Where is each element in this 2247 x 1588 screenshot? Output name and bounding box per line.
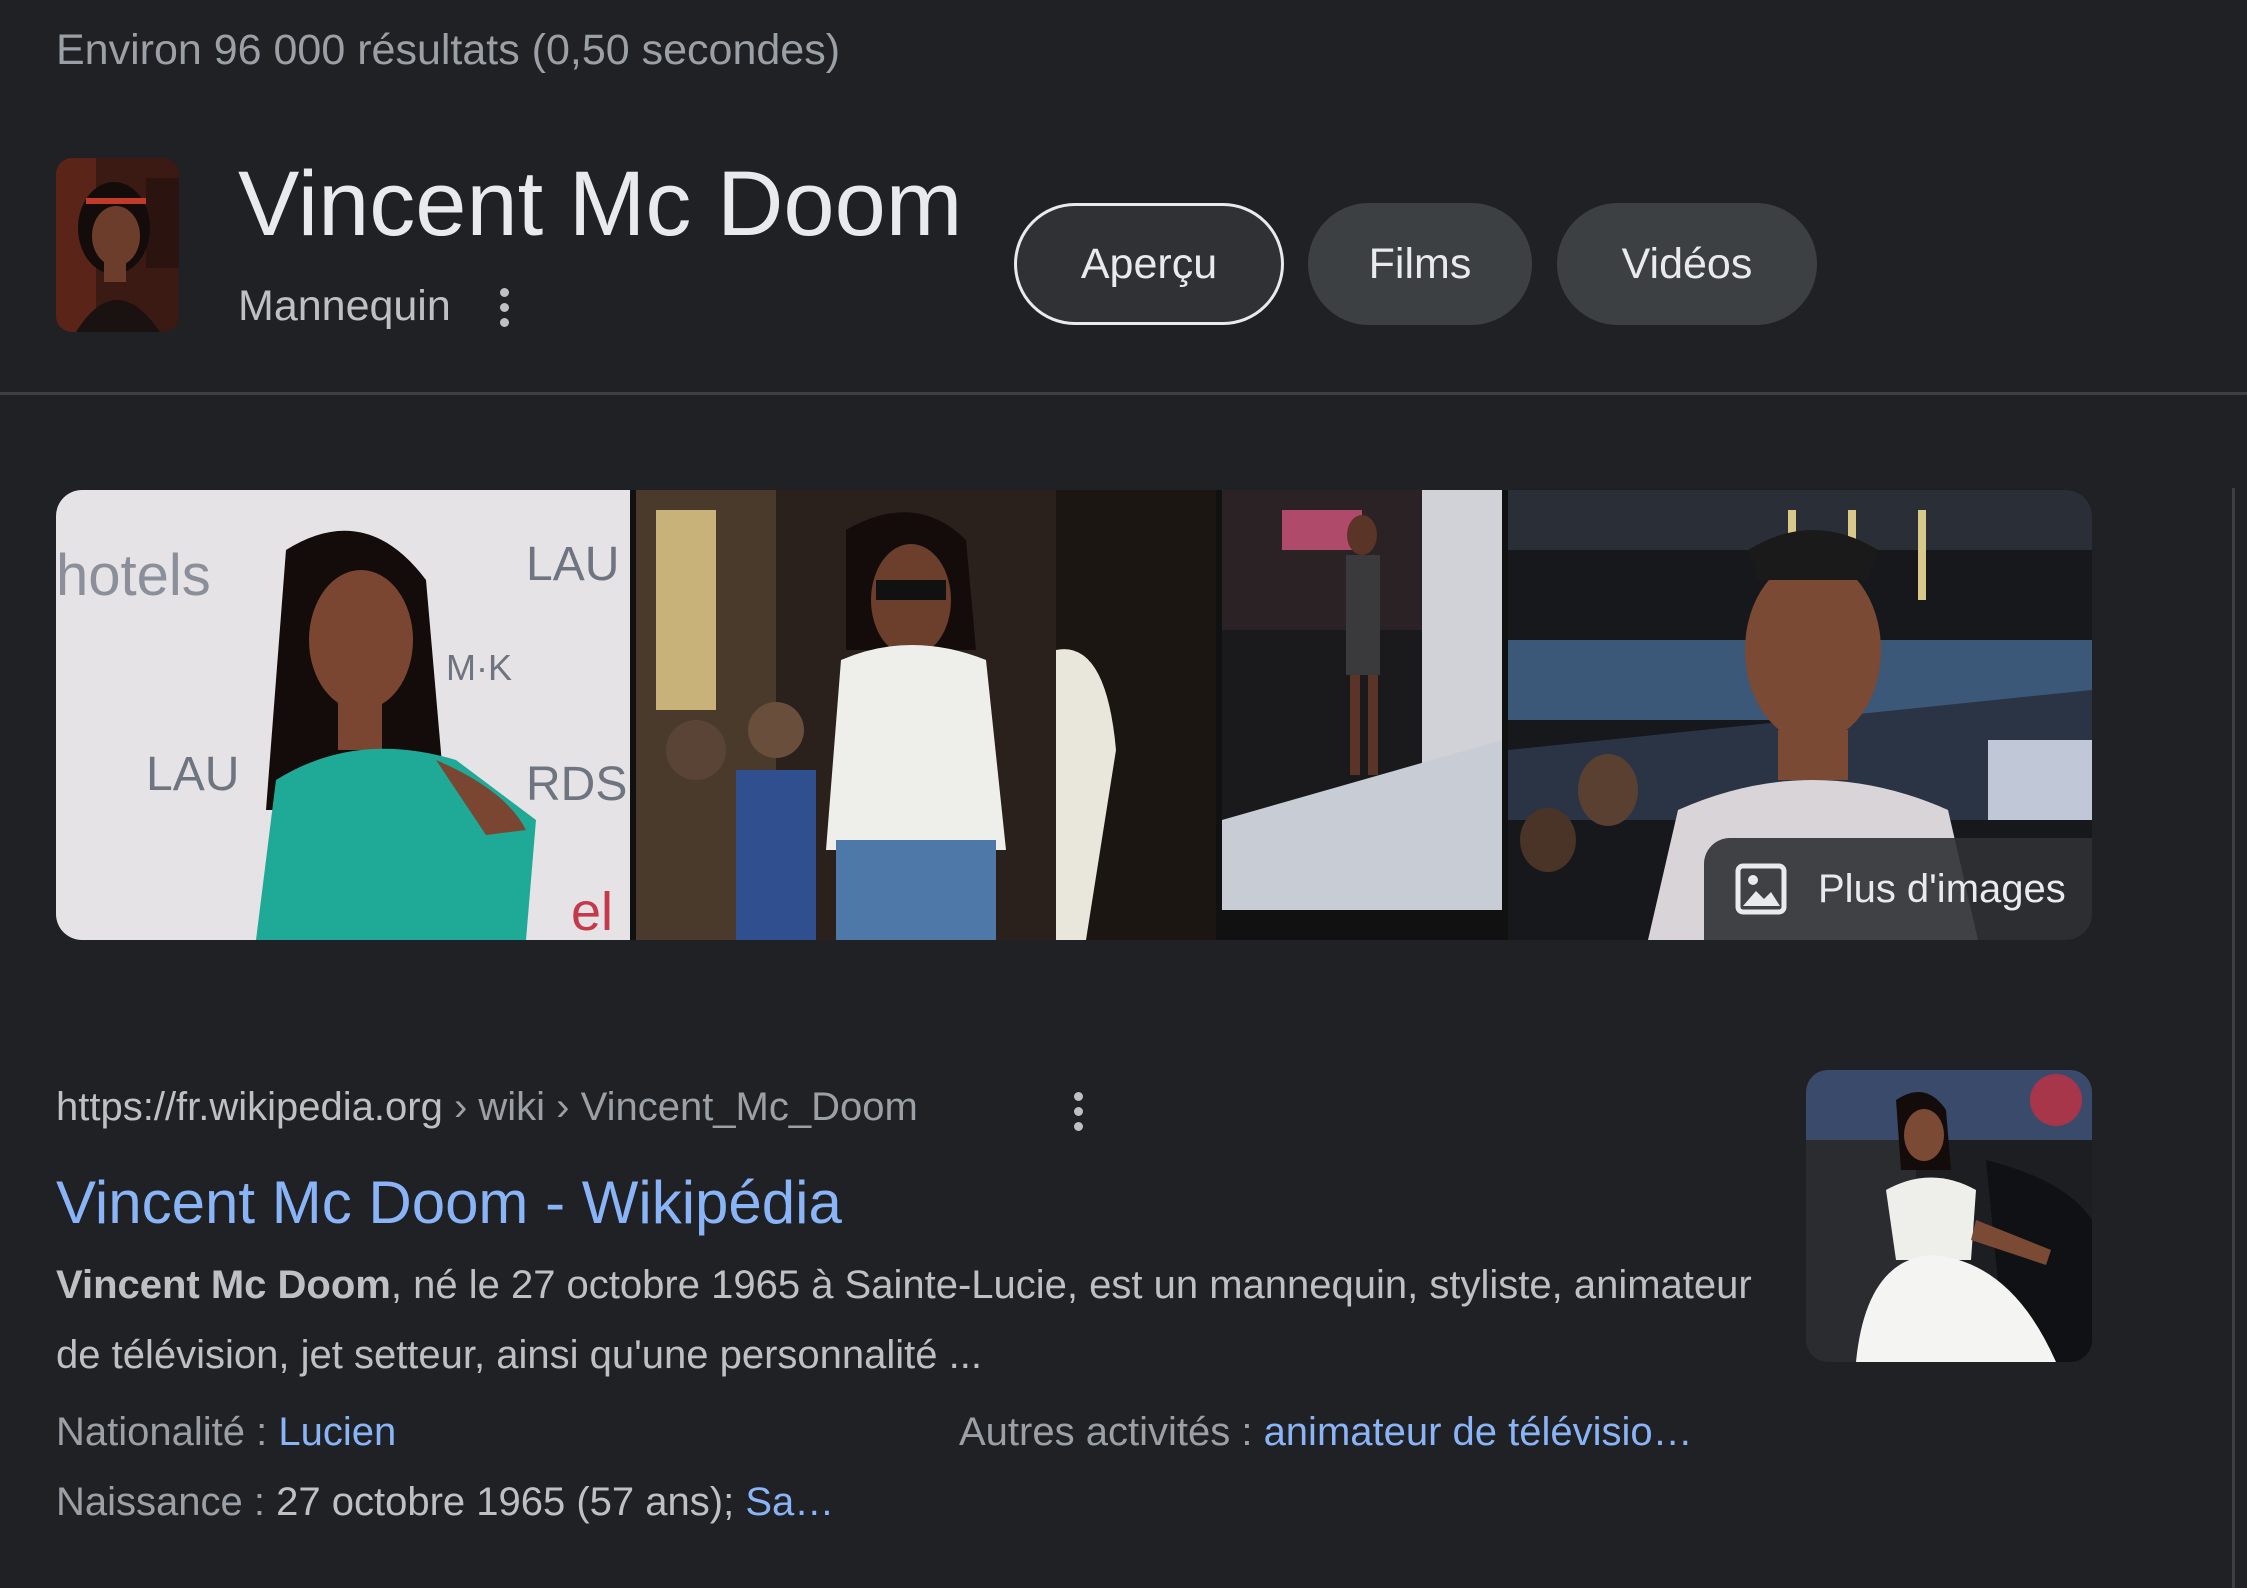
result-url-path: › wiki › Vincent_Mc_Doom bbox=[442, 1085, 918, 1129]
attribute-birth: Naissance : 27 octobre 1965 (57 ans); Sa… bbox=[56, 1480, 834, 1525]
photo-runway bbox=[1222, 490, 1502, 940]
result-options-icon[interactable] bbox=[1072, 1092, 1084, 1132]
attribute-other-activities: Autres activités : animateur de télévisi… bbox=[959, 1410, 1693, 1455]
photo-green-dress: hotels LAU LAU M·K RDS el bbox=[56, 490, 630, 940]
image-thumbnail-1[interactable]: hotels LAU LAU M·K RDS el bbox=[56, 490, 630, 940]
svg-text:LAU: LAU bbox=[526, 538, 619, 591]
birth-place-link[interactable]: Sa… bbox=[745, 1480, 834, 1524]
snippet-bold: Vincent Mc Doom bbox=[56, 1263, 391, 1307]
avatar[interactable] bbox=[56, 158, 179, 332]
svg-text:el: el bbox=[571, 882, 613, 940]
result-url[interactable]: https://fr.wikipedia.org › wiki › Vincen… bbox=[56, 1085, 918, 1130]
photo-white-dress bbox=[1806, 1070, 2092, 1362]
more-images-button[interactable]: Plus d'images bbox=[1704, 838, 2092, 940]
header-divider bbox=[0, 392, 2247, 395]
image-strip: hotels LAU LAU M·K RDS el Plus d'images bbox=[56, 490, 2092, 940]
result-url-host: https://fr.wikipedia.org bbox=[56, 1085, 443, 1129]
avatar-photo bbox=[56, 158, 179, 332]
more-images-label: Plus d'images bbox=[1818, 866, 2066, 911]
result-title-link[interactable]: Vincent Mc Doom - Wikipédia bbox=[56, 1168, 842, 1237]
other-activities-label: Autres activités : bbox=[959, 1410, 1264, 1454]
more-options-icon[interactable] bbox=[498, 288, 510, 328]
tab-apercu[interactable]: Aperçu bbox=[1014, 203, 1284, 325]
nationality-link[interactable]: Lucien bbox=[278, 1410, 396, 1454]
knowledge-panel-header: Vincent Mc Doom Mannequin Aperçu Films V… bbox=[0, 0, 2247, 394]
photo-white-top bbox=[636, 490, 1216, 940]
tab-videos[interactable]: Vidéos bbox=[1557, 203, 1817, 325]
attribute-nationality: Nationalité : Lucien bbox=[56, 1410, 396, 1455]
svg-text:LAU: LAU bbox=[146, 748, 239, 801]
image-thumbnail-2[interactable] bbox=[636, 490, 1216, 940]
birth-label: Naissance : bbox=[56, 1480, 277, 1524]
svg-text:hotels: hotels bbox=[56, 543, 211, 608]
svg-text:RDS: RDS bbox=[526, 758, 627, 811]
result-thumbnail[interactable] bbox=[1806, 1070, 2092, 1362]
result-snippet: Vincent Mc Doom, né le 27 octobre 1965 à… bbox=[56, 1250, 1776, 1390]
entity-title: Vincent Mc Doom bbox=[238, 153, 963, 255]
birth-value: 27 octobre 1965 (57 ans); bbox=[276, 1480, 746, 1524]
image-icon bbox=[1735, 863, 1787, 915]
other-activities-link[interactable]: animateur de télévisio… bbox=[1264, 1410, 1693, 1454]
side-panel-edge bbox=[2232, 488, 2235, 1588]
entity-subtitle: Mannequin bbox=[238, 282, 451, 330]
tab-films[interactable]: Films bbox=[1308, 203, 1532, 325]
image-thumbnail-3[interactable] bbox=[1222, 490, 1502, 940]
nationality-label: Nationalité : bbox=[56, 1410, 279, 1454]
svg-text:M·K: M·K bbox=[446, 647, 512, 688]
